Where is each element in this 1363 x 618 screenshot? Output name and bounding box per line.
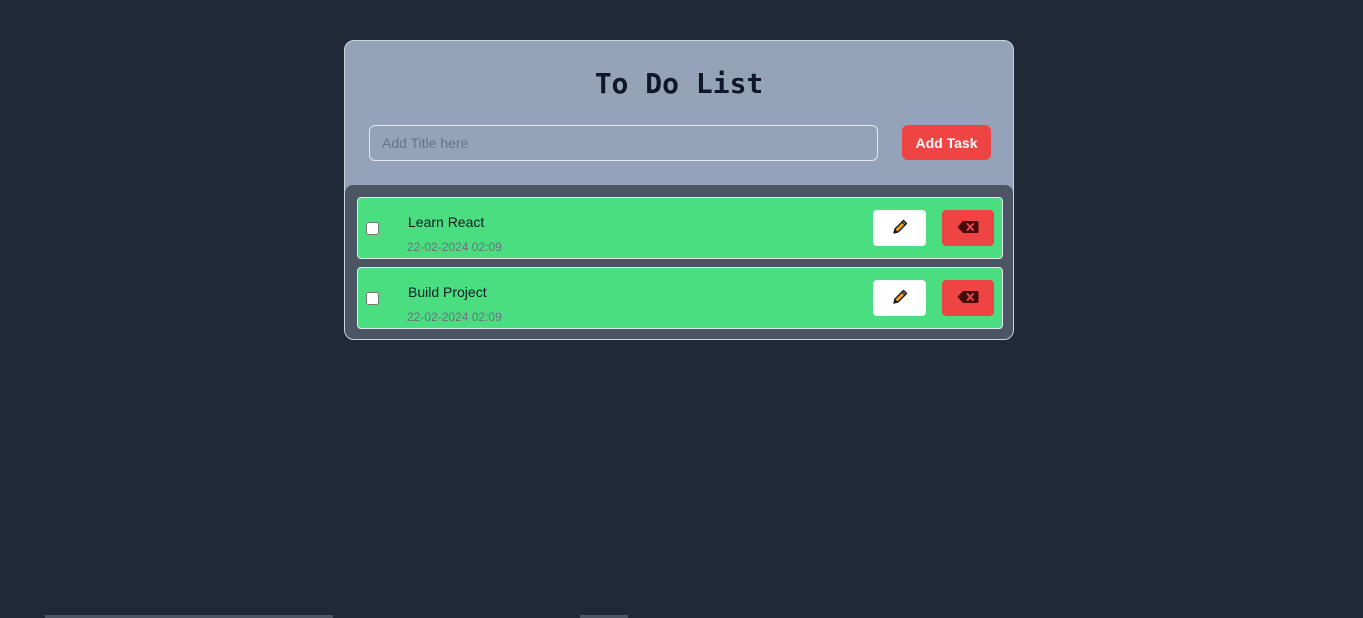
pencil-icon bbox=[891, 288, 909, 309]
task-title: Learn React bbox=[408, 214, 485, 230]
page-title: To Do List bbox=[594, 67, 764, 100]
task-item-build-project: Build Project 22-02-2024 02:09 bbox=[357, 267, 1003, 329]
task-title-input[interactable] bbox=[369, 125, 878, 161]
edit-task-button[interactable] bbox=[873, 210, 926, 246]
backspace-x-icon bbox=[957, 290, 979, 307]
pencil-icon bbox=[891, 218, 909, 239]
task-list: Learn React 22-02-2024 02:09 Build Proje… bbox=[345, 185, 1013, 339]
task-date: 22-02-2024 02:09 bbox=[407, 240, 502, 254]
task-checkbox[interactable] bbox=[366, 222, 379, 235]
delete-task-button[interactable] bbox=[942, 210, 994, 246]
backspace-x-icon bbox=[957, 220, 979, 237]
edit-task-button[interactable] bbox=[873, 280, 926, 316]
task-item-learn-react: Learn React 22-02-2024 02:09 bbox=[357, 197, 1003, 259]
delete-task-button[interactable] bbox=[942, 280, 994, 316]
task-checkbox[interactable] bbox=[366, 292, 379, 305]
task-date: 22-02-2024 02:09 bbox=[407, 310, 502, 324]
add-task-button[interactable]: Add Task bbox=[902, 125, 991, 160]
task-title: Build Project bbox=[408, 284, 487, 300]
todo-card: To Do List Add Task Learn React 22-02-20… bbox=[344, 40, 1014, 340]
